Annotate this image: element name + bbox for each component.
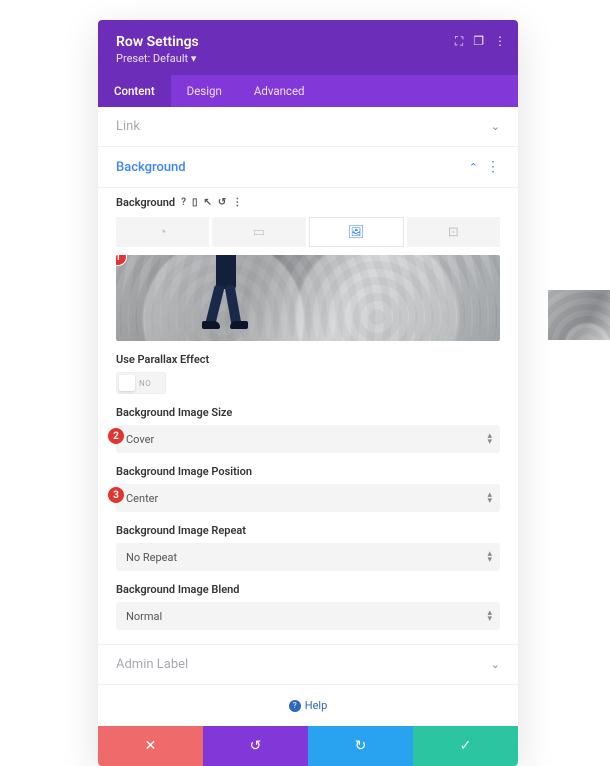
- row-settings-modal: Row Settings Preset: Default ▾ ⛶ ❐ ⋮ Con…: [98, 20, 518, 766]
- field-parallax: Use Parallax Effect NO: [116, 353, 500, 394]
- more-icon[interactable]: ⋮: [494, 34, 506, 49]
- undo-icon: ↺: [250, 738, 262, 754]
- modal-body: Link ⌄ Background ⌃ ⋮ Background ? ▯ ↖ ↺…: [98, 107, 518, 726]
- field-bg-blend: Background Image Blend Normal ▴▾: [116, 583, 500, 630]
- image-icon: 🖼: [348, 225, 365, 240]
- background-field-label: Background: [116, 196, 175, 209]
- save-button[interactable]: ✓: [413, 726, 518, 766]
- modal-title: Row Settings: [116, 34, 500, 50]
- modal-footer: ✕ ↺ ↻ ✓: [98, 726, 518, 766]
- bg-type-color[interactable]: ◔: [116, 217, 209, 247]
- bg-position-label: Background Image Position: [116, 465, 500, 478]
- check-icon: ✓: [460, 738, 472, 754]
- bg-size-label: Background Image Size: [116, 406, 500, 419]
- annotation-2: 2: [108, 428, 124, 444]
- undo-button[interactable]: ↺: [203, 726, 308, 766]
- bg-repeat-label: Background Image Repeat: [116, 524, 500, 537]
- external-preview-thumb: [548, 290, 610, 340]
- bg-size-select[interactable]: Cover ▴▾: [116, 425, 500, 453]
- annotation-3: 3: [108, 487, 124, 503]
- help-row[interactable]: ? Help: [98, 685, 518, 726]
- section-link-title: Link: [116, 119, 140, 134]
- tab-design[interactable]: Design: [171, 75, 238, 107]
- section-link[interactable]: Link ⌄: [98, 107, 518, 147]
- chevron-up-icon: ⌃: [469, 161, 478, 174]
- bg-repeat-select[interactable]: No Repeat ▴▾: [116, 543, 500, 571]
- video-icon: ⊡: [448, 225, 459, 240]
- background-type-tabs: ◔ ▭ 🖼 ⊡: [116, 217, 500, 247]
- select-arrows-icon: ▴▾: [487, 610, 492, 622]
- header-icons: ⛶ ❐ ⋮: [455, 34, 506, 49]
- section-background-title: Background: [116, 160, 186, 175]
- help-label: Help: [305, 699, 328, 712]
- select-arrows-icon: ▴▾: [487, 551, 492, 563]
- background-preview[interactable]: 1: [116, 255, 500, 341]
- field-bg-size: 2 Background Image Size Cover ▴▾: [116, 406, 500, 453]
- help-icon[interactable]: ?: [181, 197, 186, 208]
- preset-label[interactable]: Preset: Default ▾: [116, 52, 500, 65]
- chevron-down-icon: ⌄: [491, 658, 500, 671]
- bg-repeat-value: No Repeat: [126, 551, 177, 564]
- question-icon: ?: [289, 700, 301, 712]
- bg-blend-value: Normal: [126, 610, 162, 623]
- main-tabs: Content Design Advanced: [98, 75, 518, 107]
- bg-blend-label: Background Image Blend: [116, 583, 500, 596]
- bg-type-video[interactable]: ⊡: [407, 217, 500, 247]
- tab-content[interactable]: Content: [98, 75, 171, 107]
- bg-position-value: Center: [126, 492, 158, 505]
- select-arrows-icon: ▴▾: [487, 433, 492, 445]
- section-admin-label[interactable]: Admin Label ⌄: [98, 645, 518, 685]
- chevron-down-icon: ⌄: [491, 120, 500, 133]
- bg-size-value: Cover: [126, 433, 154, 446]
- section-more-icon[interactable]: ⋮: [486, 159, 500, 175]
- parallax-label: Use Parallax Effect: [116, 353, 500, 366]
- field-bg-repeat: Background Image Repeat No Repeat ▴▾: [116, 524, 500, 571]
- bg-position-select[interactable]: Center ▴▾: [116, 484, 500, 512]
- background-label-row: Background ? ▯ ↖ ↺ ⋮: [116, 196, 500, 209]
- gradient-icon: ▭: [253, 225, 265, 240]
- hover-icon[interactable]: ↖: [204, 197, 212, 208]
- color-swatch-icon: ◔: [159, 224, 167, 240]
- reset-icon[interactable]: ↺: [218, 197, 226, 208]
- mobile-icon[interactable]: ▯: [192, 197, 198, 208]
- cancel-button[interactable]: ✕: [98, 726, 203, 766]
- annotation-1: 1: [116, 255, 126, 265]
- section-background[interactable]: Background ⌃ ⋮: [98, 147, 518, 188]
- tab-advanced[interactable]: Advanced: [238, 75, 321, 107]
- redo-icon: ↻: [355, 738, 367, 754]
- modal-header: Row Settings Preset: Default ▾ ⛶ ❐ ⋮: [98, 20, 518, 75]
- redo-button[interactable]: ↻: [308, 726, 413, 766]
- bg-type-gradient[interactable]: ▭: [212, 217, 305, 247]
- background-content: Background ? ▯ ↖ ↺ ⋮ ◔ ▭ 🖼 ⊡ 1: [98, 188, 518, 645]
- duplicate-icon[interactable]: ❐: [473, 34, 484, 49]
- bg-type-image[interactable]: 🖼: [309, 217, 404, 247]
- parallax-toggle[interactable]: NO: [116, 372, 166, 394]
- bg-blend-select[interactable]: Normal ▴▾: [116, 602, 500, 630]
- expand-icon[interactable]: ⛶: [455, 34, 463, 49]
- close-icon: ✕: [145, 738, 157, 754]
- options-icon[interactable]: ⋮: [232, 197, 242, 208]
- field-bg-position: 3 Background Image Position Center ▴▾: [116, 465, 500, 512]
- section-admin-label-title: Admin Label: [116, 657, 188, 672]
- toggle-value: NO: [139, 379, 151, 388]
- select-arrows-icon: ▴▾: [487, 492, 492, 504]
- preview-figure: [206, 255, 246, 335]
